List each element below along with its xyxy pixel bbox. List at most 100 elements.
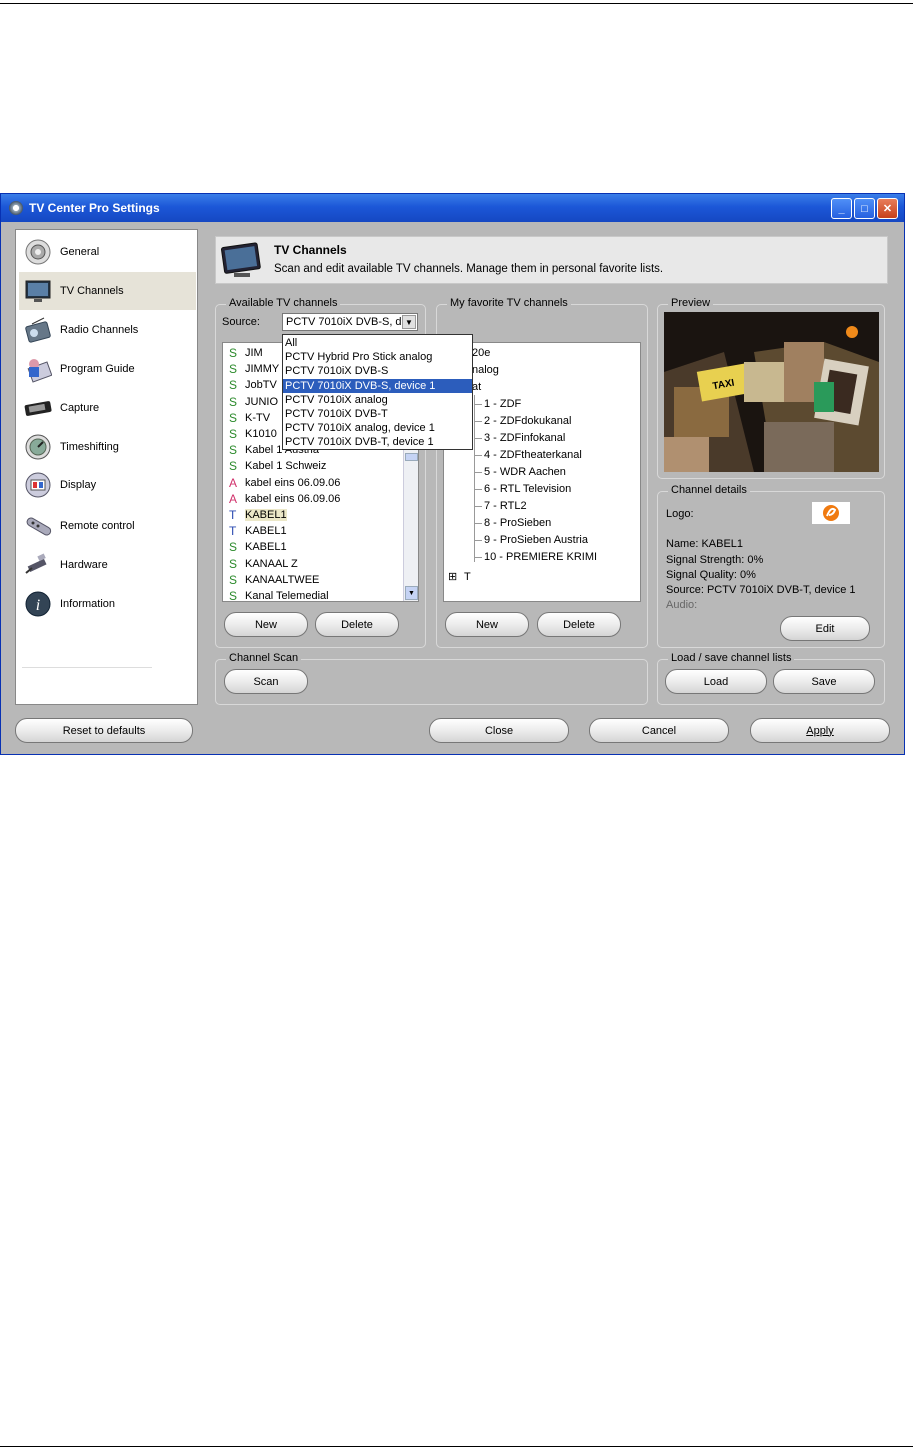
sidebar-item-label: Information [60, 598, 116, 610]
tree-node[interactable]: at [472, 379, 481, 395]
sidebar-item-label: Hardware [60, 559, 108, 571]
sidebar-item-program-guide[interactable]: Program Guide [19, 350, 196, 388]
channel-name-label: KABEL1 [245, 525, 287, 538]
save-button[interactable]: Save [773, 669, 875, 694]
maximize-icon: □ [861, 202, 868, 215]
reset-defaults-button[interactable]: Reset to defaults [15, 718, 193, 743]
favorite-channel-item[interactable]: 1 - ZDF [484, 396, 521, 412]
channel-name-label: K1010 [245, 428, 277, 440]
capture-icon [23, 394, 53, 422]
channel-source: Source: PCTV 7010iX DVB-T, device 1 [666, 584, 856, 596]
favorite-channel-item[interactable]: 8 - ProSieben [484, 515, 551, 531]
favorite-channel-item[interactable]: 7 - RTL2 [484, 498, 527, 514]
group-label: Preview [668, 297, 714, 309]
channel-name-label: KANAALTWEE [245, 573, 320, 586]
page-title: TV Channels [274, 243, 347, 257]
favorite-channel-item[interactable]: 4 - ZDFtheaterkanal [484, 447, 582, 463]
source-option[interactable]: PCTV 7010iX DVB-T, device 1 [283, 435, 472, 449]
expand-icon[interactable]: ⊞ [448, 569, 457, 585]
channel-list-item[interactable]: S K1010 [229, 426, 277, 442]
source-select[interactable]: PCTV 7010iX DVB-S, d ▼ [282, 313, 418, 331]
cancel-button[interactable]: Cancel [589, 718, 729, 743]
channel-list-item[interactable]: S K-TV [229, 410, 270, 426]
source-option[interactable]: PCTV 7010iX DVB-S [283, 364, 472, 378]
channel-type-badge: T [229, 524, 237, 539]
minimize-icon: _ [838, 202, 845, 215]
favorite-channel-item[interactable]: 6 - RTL Television [484, 481, 571, 497]
channel-list-item[interactable]: T KABEL1 [229, 507, 287, 523]
program-guide-icon [23, 355, 53, 383]
close-window-button[interactable]: ✕ [877, 198, 898, 219]
sidebar-item-information[interactable]: i Information [19, 585, 196, 623]
channel-list-item[interactable]: S KABEL1 [229, 539, 287, 555]
sidebar-item-timeshifting[interactable]: Timeshifting [19, 428, 196, 466]
channel-name-label: Kanal Telemedial [245, 590, 329, 602]
page-top-rule [0, 3, 913, 4]
delete-favorite-button[interactable]: Delete [537, 612, 621, 637]
group-label: My favorite TV channels [447, 297, 571, 309]
maximize-button[interactable]: □ [854, 198, 875, 219]
channel-list-item[interactable]: T KABEL1 [229, 523, 287, 539]
channel-list-item[interactable]: S KANAALTWEE [229, 572, 319, 588]
title-bar[interactable]: TV Center Pro Settings _ □ ✕ [1, 194, 904, 222]
channel-type-badge: S [229, 378, 238, 393]
scroll-down-button[interactable]: ▼ [405, 586, 418, 600]
sidebar-item-remote-control[interactable]: Remote control [19, 507, 196, 545]
chevron-down-icon[interactable]: ▼ [402, 315, 416, 329]
timeshifting-icon [23, 433, 53, 461]
video-preview[interactable]: TAXI [664, 312, 879, 472]
scrollbar-thumb[interactable] [405, 453, 418, 461]
scan-button[interactable]: Scan [224, 669, 308, 694]
channel-name-label: KANAAL Z [245, 557, 298, 570]
tree-connector [475, 472, 482, 473]
group-label: Channel details [668, 484, 750, 496]
source-option[interactable]: PCTV Hybrid Pro Stick analog [283, 350, 472, 364]
tree-connector [475, 438, 482, 439]
source-option[interactable]: PCTV 7010iX DVB-T [283, 407, 472, 421]
apply-button[interactable]: Apply [750, 718, 890, 743]
favorite-channel-item[interactable]: 9 - ProSieben Austria [484, 532, 588, 548]
new-favorite-button[interactable]: New [445, 612, 529, 637]
preview-image: TAXI [664, 312, 879, 472]
favorite-channel-item[interactable]: 10 - PREMIERE KRIMI [484, 549, 597, 565]
tree-node[interactable]: 20e [472, 345, 490, 361]
source-option[interactable]: PCTV 7010iX DVB-S, device 1 [283, 378, 472, 393]
new-channel-button[interactable]: New [224, 612, 308, 637]
channel-list-item[interactable]: Akabel eins 06.09.06 [229, 475, 340, 491]
tree-connector [475, 557, 482, 558]
delete-channel-button[interactable]: Delete [315, 612, 399, 637]
sidebar-item-general[interactable]: General [19, 233, 196, 271]
channel-list-item[interactable]: S KANAAL Z [229, 556, 298, 572]
sidebar-item-display[interactable]: Display [19, 466, 196, 504]
channel-list-item[interactable]: Akabel eins 06.09.06 [229, 491, 340, 507]
display-icon [23, 471, 53, 499]
favorite-channel-item[interactable]: 2 - ZDFdokukanal [484, 413, 571, 429]
sidebar-item-hardware[interactable]: Hardware [19, 546, 196, 584]
favorite-channel-item[interactable]: 5 - WDR Aachen [484, 464, 566, 480]
channel-list-item[interactable]: S JIM [229, 345, 263, 361]
edit-button[interactable]: Edit [780, 616, 870, 641]
close-button[interactable]: Close [429, 718, 569, 743]
group-label: Available TV channels [226, 297, 341, 309]
channel-list-item[interactable]: S Kanal Telemedial [229, 588, 329, 602]
channel-list-item[interactable]: S JobTV [229, 377, 277, 393]
load-button[interactable]: Load [665, 669, 767, 694]
sidebar-item-capture[interactable]: Capture [19, 389, 196, 427]
favorite-channel-item[interactable]: 3 - ZDFinfokanal [484, 430, 565, 446]
source-dropdown-list[interactable]: All PCTV Hybrid Pro Stick analog PCTV 7010… [282, 334, 473, 450]
sidebar-item-label: Capture [60, 402, 100, 414]
channel-list-item[interactable]: S JIMMY [229, 361, 279, 377]
tree-node[interactable]: nalog [472, 362, 499, 378]
channel-list-item[interactable]: S JUNIO [229, 394, 278, 410]
chevron-down-icon: ▼ [408, 589, 415, 597]
sidebar-item-tv-channels[interactable]: TV Channels [19, 272, 196, 310]
source-option[interactable]: PCTV 7010iX analog, device 1 [283, 421, 472, 435]
source-option[interactable]: PCTV 7010iX analog [283, 393, 472, 407]
tree-node[interactable]: T [464, 569, 471, 585]
minimize-button[interactable]: _ [831, 198, 852, 219]
source-option[interactable]: All [283, 336, 472, 350]
sidebar-item-radio-channels[interactable]: Radio Channels [19, 311, 196, 349]
app-icon [9, 201, 23, 215]
source-value: PCTV 7010iX DVB-S, d [286, 316, 402, 328]
channel-list-item[interactable]: S Kabel 1 Schweiz [229, 458, 326, 474]
